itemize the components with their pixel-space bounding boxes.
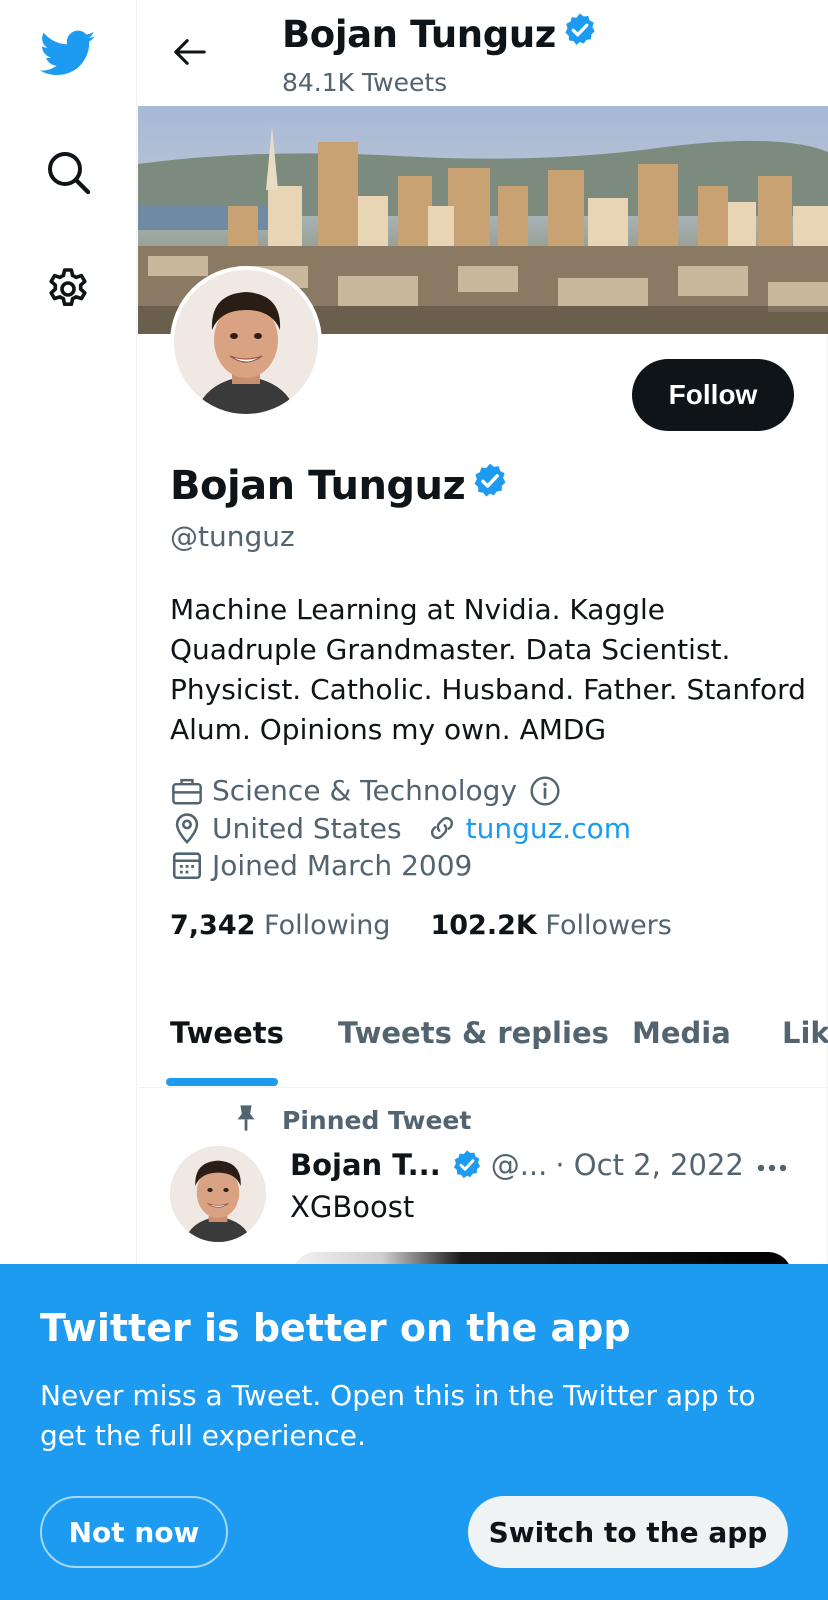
verified-badge-icon: [471, 462, 509, 510]
followers-label: Followers: [545, 910, 672, 941]
profile-bio: Machine Learning at Nvidia. Kaggle Quadr…: [170, 593, 806, 746]
active-tab-indicator: [166, 1078, 278, 1086]
followers-stat[interactable]: 102.2K Followers: [430, 910, 671, 941]
prompt-title: Twitter is better on the app: [40, 1306, 631, 1350]
follow-button[interactable]: Follow: [632, 359, 794, 431]
profile-handle: @tunguz: [170, 520, 295, 553]
tweet-header: Bojan T... @... · Oct 2, 2022: [290, 1148, 744, 1182]
profile-location-row: United States tunguz.com: [170, 811, 631, 845]
calendar-icon: [170, 848, 204, 882]
info-icon[interactable]: [529, 775, 561, 807]
tweet-author-handle[interactable]: @...: [491, 1148, 548, 1182]
profile-avatar[interactable]: [170, 266, 322, 418]
search-icon[interactable]: [40, 144, 96, 200]
pinned-tweet-label: Pinned Tweet: [282, 1105, 472, 1135]
pinned-tweet[interactable]: Pinned Tweet Bojan T... @... · Oct 2, 20…: [138, 1090, 828, 1270]
followers-count: 102.2K: [430, 910, 537, 941]
tweet-date[interactable]: · Oct 2, 2022: [555, 1148, 744, 1182]
tweet-text: XGBoost: [290, 1190, 415, 1224]
switch-to-app-button[interactable]: Switch to the app: [468, 1496, 788, 1568]
prompt-text: Never miss a Tweet. Open this in the Twi…: [40, 1379, 756, 1452]
profile-category: Science & Technology: [170, 774, 569, 807]
following-stat[interactable]: 7,342 Following: [170, 910, 390, 941]
category-text: Science & Technology: [212, 774, 518, 807]
header-title: Bojan Tunguz: [282, 12, 598, 57]
profile-tabs: Tweets Tweets & replies Media Likes: [138, 980, 828, 1088]
website-link[interactable]: tunguz.com: [466, 812, 631, 845]
profile-header-bar: Bojan Tunguz 84.1K Tweets: [138, 0, 828, 106]
profile-joined-row: Joined March 2009: [170, 848, 472, 882]
location-pin-icon: [170, 811, 204, 845]
verified-badge-icon: [451, 1149, 483, 1181]
tab-tweets[interactable]: Tweets: [170, 1016, 284, 1050]
twitter-logo-icon[interactable]: [40, 26, 96, 82]
gear-icon[interactable]: [40, 262, 96, 318]
following-count: 7,342: [170, 910, 256, 941]
not-now-button[interactable]: Not now: [40, 1496, 228, 1568]
avatar-photo: [174, 270, 318, 414]
location-text: United States: [212, 811, 402, 845]
joined-text: Joined March 2009: [212, 848, 473, 882]
tab-tweets-replies[interactable]: Tweets & replies: [338, 1016, 609, 1050]
tweet-count: 84.1K Tweets: [282, 68, 448, 97]
tab-likes[interactable]: Likes: [782, 1016, 828, 1050]
link-icon: [426, 812, 458, 844]
tab-media[interactable]: Media: [632, 1016, 731, 1050]
more-options-icon[interactable]: [752, 1148, 792, 1188]
header-name: Bojan Tunguz: [282, 13, 556, 56]
pinned-tweet-label-row: Pinned Tweet: [234, 1104, 471, 1136]
verified-badge-icon: [562, 12, 598, 57]
briefcase-icon: [170, 776, 204, 806]
display-name: Bojan Tunguz: [170, 463, 466, 509]
back-arrow-icon[interactable]: [166, 28, 214, 76]
pin-icon: [234, 1104, 258, 1136]
follow-stats: 7,342 Following 102.2K Followers: [170, 910, 672, 941]
tweet-author-name[interactable]: Bojan T...: [290, 1148, 441, 1182]
open-app-prompt: Twitter is better on the app Never miss …: [0, 1264, 828, 1600]
profile-name: Bojan Tunguz: [170, 462, 509, 510]
following-label: Following: [264, 910, 391, 941]
tweet-author-avatar[interactable]: [170, 1146, 266, 1242]
